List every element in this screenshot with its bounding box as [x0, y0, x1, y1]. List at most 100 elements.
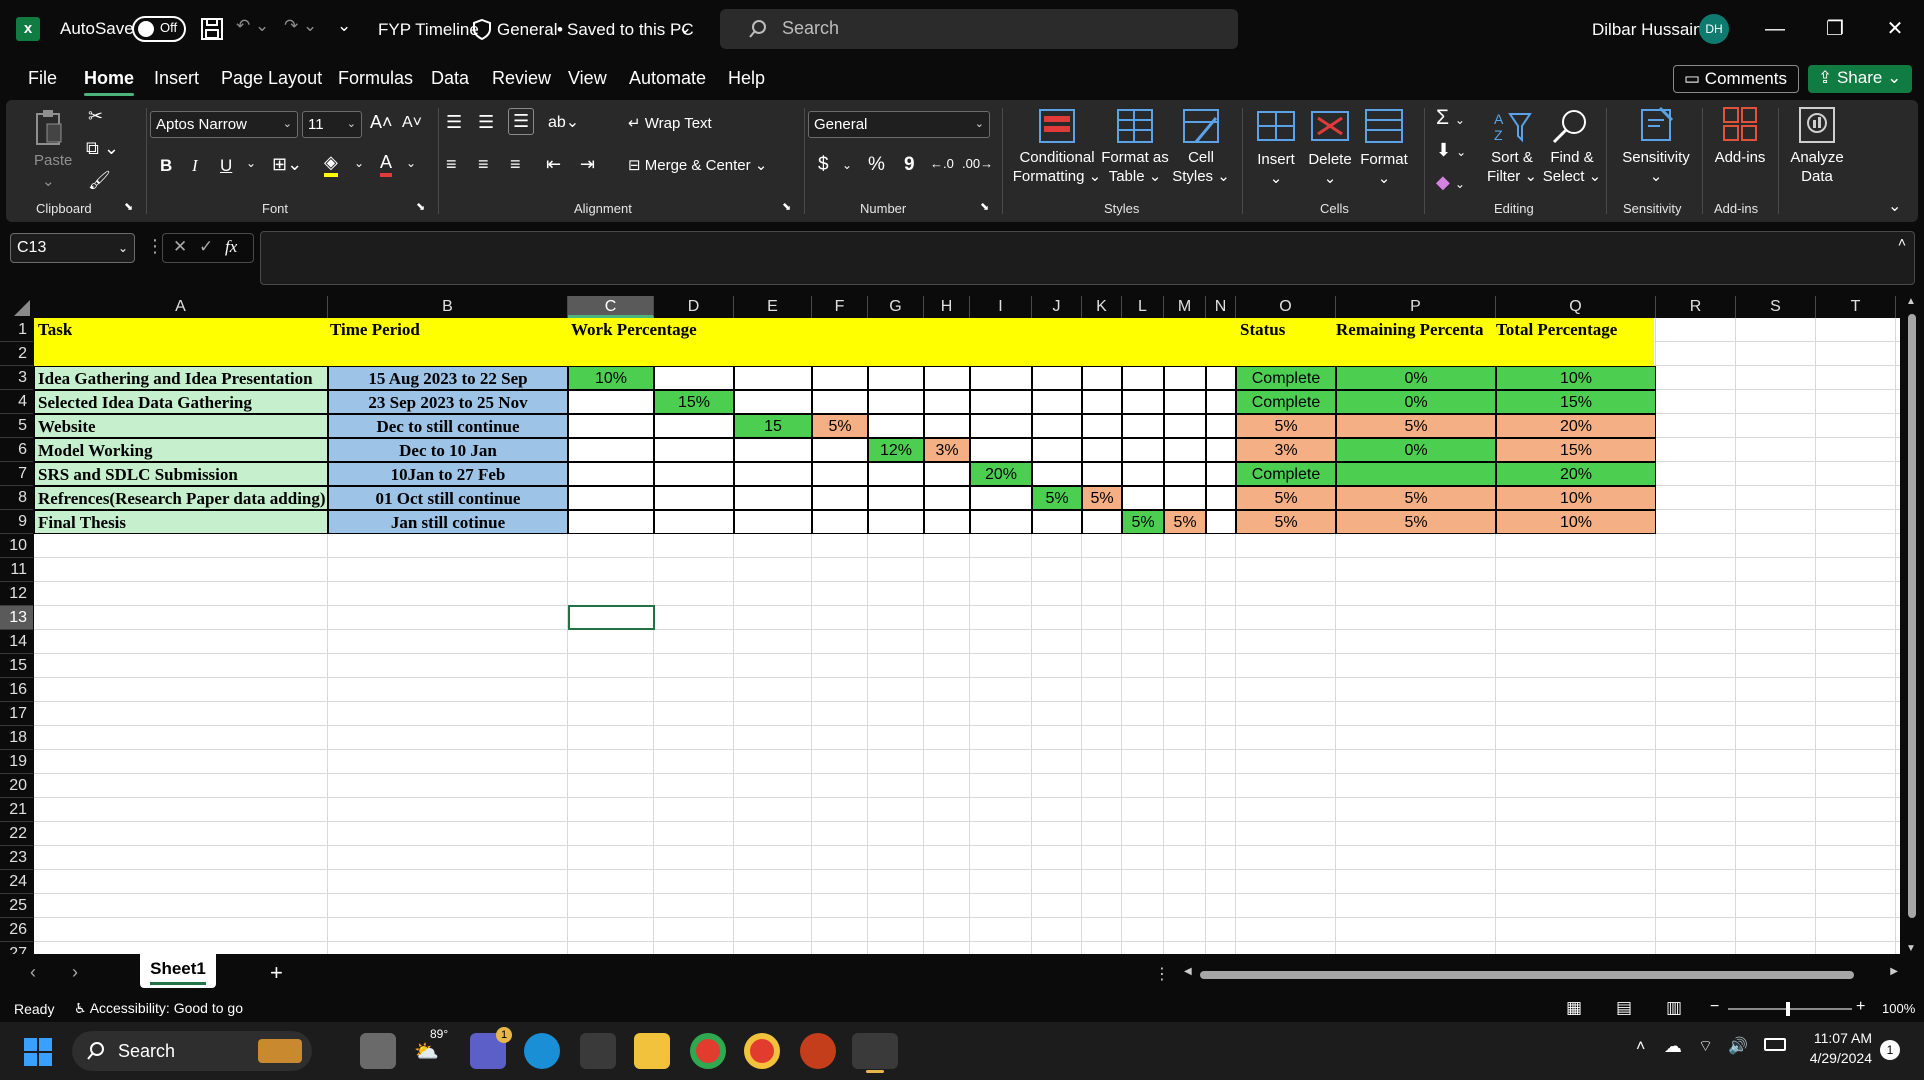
delete-cells-icon[interactable]: [1310, 108, 1350, 144]
timeline-empty-cell[interactable]: [654, 366, 734, 390]
header-work-percentage[interactable]: Work Percentage: [571, 318, 697, 342]
add-ins-icon[interactable]: [1722, 106, 1758, 144]
task-name-cell[interactable]: Refrences(Research Paper data adding): [34, 486, 328, 510]
timeline-empty-cell[interactable]: [734, 438, 812, 462]
column-header-s[interactable]: S: [1736, 296, 1816, 318]
wifi-icon[interactable]: ⌔: [1698, 1036, 1713, 1056]
timeline-empty-cell[interactable]: [812, 438, 868, 462]
timeline-empty-cell[interactable]: [1122, 414, 1164, 438]
timeline-empty-cell[interactable]: [734, 366, 812, 390]
paste-icon[interactable]: [34, 108, 64, 146]
timeline-empty-cell[interactable]: [1032, 390, 1082, 414]
timeline-empty-cell[interactable]: [1206, 414, 1236, 438]
column-header-d[interactable]: D: [654, 296, 734, 318]
header-time-period[interactable]: Time Period: [330, 318, 420, 342]
find-select-button[interactable]: Find & Select ⌄: [1540, 148, 1604, 186]
timeline-empty-cell[interactable]: [1082, 366, 1122, 390]
timeline-empty-cell[interactable]: [1164, 366, 1206, 390]
page-break-view-icon[interactable]: ▥: [1666, 998, 1682, 1018]
merge-center-button[interactable]: ⊟ Merge & Center ⌄: [628, 156, 767, 174]
delete-cells-button[interactable]: Delete ⌄: [1304, 150, 1356, 188]
timeline-empty-cell[interactable]: [970, 510, 1032, 534]
timeline-empty-cell[interactable]: [1122, 390, 1164, 414]
tab-home[interactable]: Home: [84, 68, 135, 96]
timeline-empty-cell[interactable]: [812, 486, 868, 510]
row-header-20[interactable]: 20: [0, 774, 33, 798]
task-view-icon[interactable]: [360, 1033, 396, 1069]
header-status[interactable]: Status: [1240, 318, 1285, 342]
column-header-q[interactable]: Q: [1496, 296, 1656, 318]
column-header-a[interactable]: A: [34, 296, 328, 318]
restore-icon[interactable]: ❐: [1805, 0, 1865, 58]
horizontal-scroll-thumb[interactable]: [1200, 971, 1854, 979]
row-header-5[interactable]: 5: [0, 414, 33, 438]
status-cell[interactable]: 5%: [1236, 510, 1336, 534]
column-header-n[interactable]: N: [1206, 296, 1236, 318]
row-header-12[interactable]: 12: [0, 582, 33, 606]
column-header-g[interactable]: G: [868, 296, 924, 318]
autosum-icon[interactable]: Σ ⌄: [1436, 106, 1465, 130]
align-center-icon[interactable]: ≡: [478, 154, 489, 175]
wrap-text-button[interactable]: ↵ Wrap Text: [628, 114, 712, 132]
timeline-empty-cell[interactable]: [568, 510, 654, 534]
timeline-empty-cell[interactable]: [812, 462, 868, 486]
select-all-corner[interactable]: [0, 296, 34, 318]
remaining-cell[interactable]: 0%: [1336, 438, 1496, 462]
timeline-empty-cell[interactable]: [924, 462, 970, 486]
timeline-empty-cell[interactable]: [654, 414, 734, 438]
format-as-table-button[interactable]: Format as Table ⌄: [1100, 148, 1170, 186]
row-header-17[interactable]: 17: [0, 702, 33, 726]
avatar[interactable]: DH: [1699, 14, 1729, 44]
clock-date[interactable]: 4/29/2024: [1798, 1050, 1872, 1066]
increase-indent-icon[interactable]: ⇥: [580, 154, 595, 175]
header-task[interactable]: Task: [38, 318, 72, 342]
timeline-empty-cell[interactable]: [1082, 438, 1122, 462]
timeline-cell-j[interactable]: 5%: [1032, 486, 1082, 510]
timeline-cell-k[interactable]: 5%: [1082, 486, 1122, 510]
timeline-empty-cell[interactable]: [1164, 390, 1206, 414]
zoom-out-icon[interactable]: −: [1710, 998, 1719, 1016]
timeline-empty-cell[interactable]: [970, 390, 1032, 414]
timeline-empty-cell[interactable]: [970, 486, 1032, 510]
timeline-empty-cell[interactable]: [924, 366, 970, 390]
timeline-empty-cell[interactable]: [868, 390, 924, 414]
tab-formulas[interactable]: Formulas: [338, 68, 413, 89]
row-header-14[interactable]: 14: [0, 630, 33, 654]
timeline-empty-cell[interactable]: [868, 510, 924, 534]
timeline-cell-e[interactable]: 15: [734, 414, 812, 438]
total-cell[interactable]: 20%: [1496, 414, 1656, 438]
row-header-24[interactable]: 24: [0, 870, 33, 894]
tab-data[interactable]: Data: [431, 68, 469, 89]
tab-view[interactable]: View: [568, 68, 607, 89]
font-color-icon[interactable]: A: [380, 152, 393, 177]
timeline-empty-cell[interactable]: [1206, 510, 1236, 534]
column-header-e[interactable]: E: [734, 296, 812, 318]
timeline-empty-cell[interactable]: [1082, 510, 1122, 534]
align-middle-icon[interactable]: ☰: [478, 112, 494, 133]
scroll-left-icon[interactable]: ◀: [1184, 966, 1192, 977]
timeline-empty-cell[interactable]: [654, 438, 734, 462]
timeline-empty-cell[interactable]: [970, 366, 1032, 390]
align-bottom-icon[interactable]: ☰: [508, 108, 535, 135]
worksheet-grid[interactable]: Task Time Period Work Percentage Status …: [34, 318, 1900, 954]
column-header-p[interactable]: P: [1336, 296, 1496, 318]
conditional-formatting-button[interactable]: Conditional Formatting ⌄: [1010, 148, 1104, 186]
timeline-empty-cell[interactable]: [1082, 414, 1122, 438]
timeline-cell-c[interactable]: 10%: [568, 366, 654, 390]
time-period-cell[interactable]: 01 Oct still continue: [328, 486, 568, 510]
column-header-c[interactable]: C: [568, 296, 654, 318]
task-name-cell[interactable]: Website: [34, 414, 328, 438]
name-box[interactable]: C13 ⌄: [10, 233, 135, 263]
zoom-slider[interactable]: [1728, 1002, 1852, 1016]
document-name[interactable]: FYP Timeline: [378, 20, 479, 40]
timeline-empty-cell[interactable]: [924, 486, 970, 510]
currency-button[interactable]: $: [818, 154, 829, 176]
enter-icon[interactable]: ✓: [199, 237, 213, 257]
teams-chat-icon[interactable]: 1: [470, 1027, 512, 1069]
row-header-3[interactable]: 3: [0, 366, 33, 390]
row-header-4[interactable]: 4: [0, 390, 33, 414]
timeline-cell-i[interactable]: 20%: [970, 462, 1032, 486]
timeline-empty-cell[interactable]: [1032, 438, 1082, 462]
cell-styles-icon[interactable]: [1182, 108, 1220, 144]
status-cell[interactable]: Complete: [1236, 390, 1336, 414]
